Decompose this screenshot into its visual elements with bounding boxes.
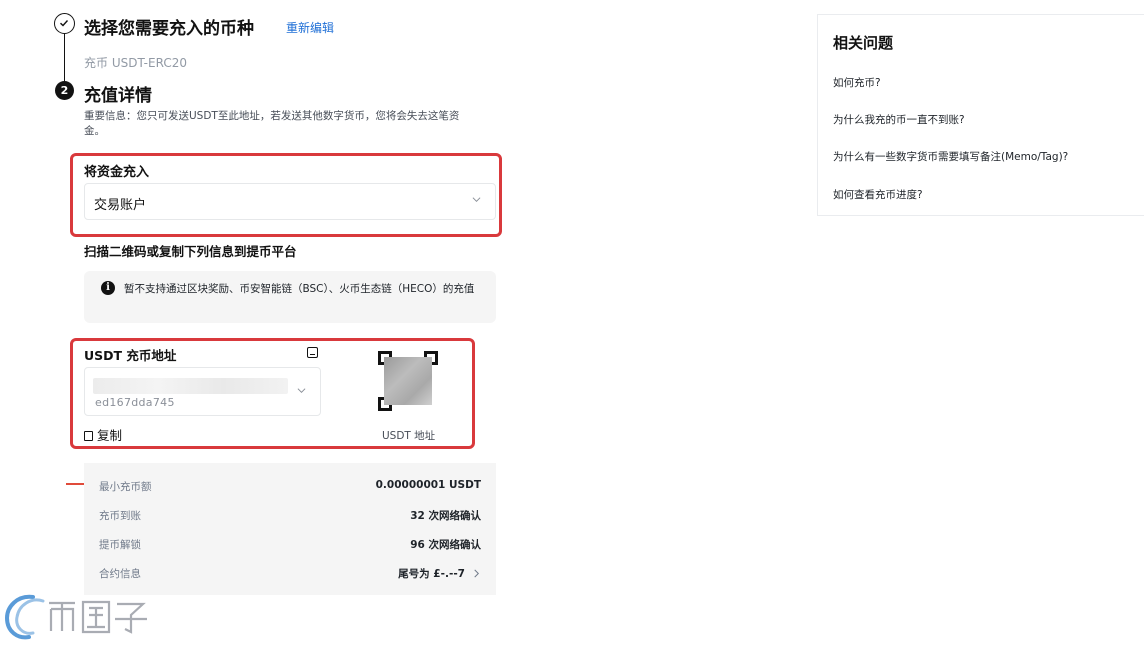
info-text: 暂不支持通过区块奖励、币安智能链（BSC）、火币生态链（HECO）的充值: [124, 283, 475, 295]
scan-instruction: 扫描二维码或复制下列信息到提币平台: [84, 244, 297, 259]
info-notice: i 暂不支持通过区块奖励、币安智能链（BSC）、火币生态链（HECO）的充值: [84, 271, 496, 323]
step-connector: [64, 33, 65, 83]
info-icon: i: [101, 281, 115, 295]
selected-coin: 充币 USDT-ERC20: [84, 56, 187, 70]
step2-title: 充值详情: [84, 86, 152, 106]
faq-item[interactable]: 如何充币?: [833, 75, 881, 90]
qr-toggle-icon[interactable]: [307, 347, 318, 358]
copy-icon: [84, 431, 93, 441]
copy-label: 复制: [97, 428, 123, 443]
deposit-details: 最小充币额 0.00000001 USDT 充币到账 32 次网络确认 提币解锁…: [84, 463, 496, 595]
detail-row-min: 最小充币额 0.00000001 USDT: [99, 479, 481, 493]
detail-row-contract[interactable]: 合约信息 尾号为 £-.--7: [99, 566, 481, 584]
step2-number: 2: [55, 81, 74, 100]
address-label: USDT 充币地址: [84, 348, 177, 363]
faq-item[interactable]: 为什么有一些数字货币需要填写备注(Memo/Tag)?: [833, 149, 1068, 164]
qr-caption: USDT 地址: [382, 430, 436, 442]
faq-panel: 相关问题 如何充币? 为什么我充的币一直不到账? 为什么有一些数字货币需要填写备…: [817, 14, 1144, 216]
chevron-down-icon: [472, 197, 481, 203]
address-value: ed167dda745: [95, 396, 175, 409]
watermark-logo: [4, 594, 147, 640]
detail-row-unlock: 提币解锁 96 次网络确认: [99, 539, 481, 551]
fund-account-value: 交易账户: [94, 198, 147, 213]
blurred-address: [93, 378, 288, 394]
fund-label: 将资金充入: [84, 165, 150, 180]
important-notice: 重要信息：您只可发送USDT至此地址，若发送其他数字货币，您将会失去这笔资金。: [84, 110, 460, 137]
fund-account-select[interactable]: 交易账户: [84, 183, 496, 220]
qr-code: [378, 351, 438, 411]
copy-button[interactable]: 复制: [84, 425, 122, 444]
chevron-down-icon: [297, 388, 306, 394]
address-select[interactable]: ed167dda745: [84, 367, 321, 416]
detail-row-arrival: 充币到账 32 次网络确认: [99, 510, 481, 522]
step1-title: 选择您需要充入的币种: [84, 19, 254, 39]
check-icon: [54, 13, 75, 34]
faq-title: 相关问题: [833, 34, 894, 52]
faq-item[interactable]: 如何查看充币进度?: [833, 187, 923, 202]
re-edit-link[interactable]: 重新编辑: [286, 19, 334, 36]
chevron-right-icon: [474, 569, 480, 578]
faq-item[interactable]: 为什么我充的币一直不到账?: [833, 112, 965, 127]
